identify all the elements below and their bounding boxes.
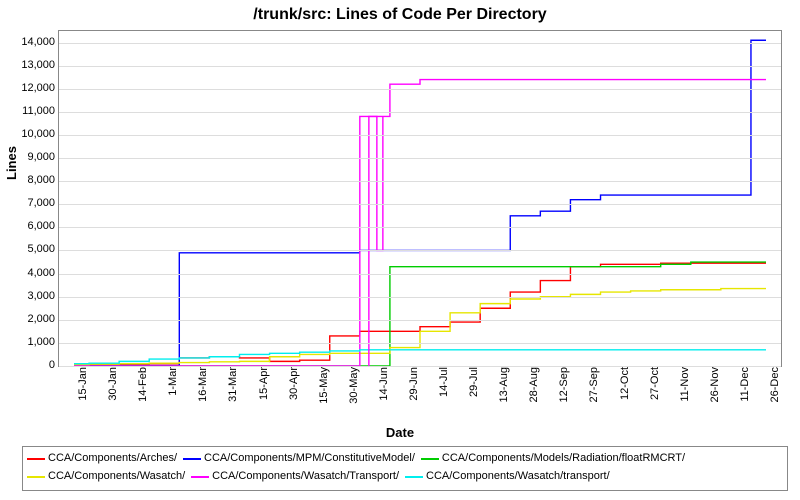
y-tick-label: 12,000 [5,82,55,94]
legend-label: CCA/Components/Wasatch/Transport/ [212,470,399,482]
gridline-h [59,181,781,182]
legend-swatch [27,458,45,460]
x-tick-label: 29-Jun [408,367,420,417]
legend-label: CCA/Components/Models/Radiation/floatRMC… [442,452,685,464]
chart-container: /trunk/src: Lines of Code Per Directory … [0,0,800,500]
x-tick-label: 12-Oct [619,367,631,417]
legend-item: CCA/Components/Models/Radiation/floatRMC… [421,450,685,468]
x-tick-label: 11-Dec [739,367,751,417]
legend-swatch [421,458,439,460]
gridline-h [59,227,781,228]
x-tick-label: 26-Nov [709,367,721,417]
plot-area [58,30,782,367]
legend-swatch [27,476,45,478]
legend-item: CCA/Components/MPM/ConstitutiveModel/ [183,450,415,468]
y-tick-label: 0 [5,359,55,371]
gridline-h [59,320,781,321]
y-tick-label: 5,000 [5,243,55,255]
x-tick-label: 14-Jul [438,367,450,417]
x-tick-label: 30-May [348,367,360,417]
legend-swatch [405,476,423,478]
legend-label: CCA/Components/Wasatch/transport/ [426,470,610,482]
x-tick-label: 29-Jul [468,367,480,417]
y-tick-label: 6,000 [5,220,55,232]
x-axis-label: Date [0,425,800,440]
gridline-h [59,66,781,67]
y-tick-label: 11,000 [5,105,55,117]
y-tick-label: 8,000 [5,174,55,186]
x-tick-label: 1-Mar [167,367,179,417]
x-tick-label: 16-Mar [197,367,209,417]
y-tick-label: 2,000 [5,313,55,325]
legend-item: CCA/Components/Wasatch/ [27,468,185,486]
chart-lines [59,31,781,366]
y-tick-label: 4,000 [5,267,55,279]
x-tick-label: 31-Mar [227,367,239,417]
x-tick-label: 26-Dec [769,367,781,417]
legend-swatch [183,458,201,460]
legend-label: CCA/Components/Arches/ [48,452,177,464]
gridline-h [59,89,781,90]
gridline-h [59,158,781,159]
x-tick-label: 14-Jun [378,367,390,417]
x-tick-label: 12-Sep [558,367,570,417]
legend: CCA/Components/Arches/CCA/Components/MPM… [22,446,788,491]
y-tick-label: 10,000 [5,128,55,140]
legend-swatch [191,476,209,478]
series-line [74,350,766,364]
gridline-h [59,274,781,275]
legend-item: CCA/Components/Wasatch/transport/ [405,468,610,486]
x-tick-label: 28-Aug [528,367,540,417]
x-tick-label: 15-Jan [77,367,89,417]
gridline-h [59,204,781,205]
series-spike [369,116,383,366]
y-tick-label: 14,000 [5,36,55,48]
gridline-h [59,250,781,251]
y-tick-label: 9,000 [5,151,55,163]
x-tick-label: 11-Nov [679,367,691,417]
legend-item: CCA/Components/Arches/ [27,450,177,468]
legend-item: CCA/Components/Wasatch/Transport/ [191,468,399,486]
legend-label: CCA/Components/Wasatch/ [48,470,185,482]
y-tick-label: 7,000 [5,197,55,209]
x-tick-label: 27-Oct [649,367,661,417]
chart-title: /trunk/src: Lines of Code Per Directory [0,0,800,24]
legend-label: CCA/Components/MPM/ConstitutiveModel/ [204,452,415,464]
y-tick-label: 13,000 [5,59,55,71]
gridline-h [59,112,781,113]
y-tick-label: 3,000 [5,290,55,302]
x-tick-label: 14-Feb [137,367,149,417]
x-tick-label: 15-May [318,367,330,417]
gridline-h [59,135,781,136]
gridline-h [59,43,781,44]
x-tick-label: 27-Sep [588,367,600,417]
gridline-h [59,297,781,298]
x-tick-label: 15-Apr [258,367,270,417]
x-tick-label: 30-Jan [107,367,119,417]
series-line [74,80,766,366]
y-tick-label: 1,000 [5,336,55,348]
x-tick-label: 30-Apr [288,367,300,417]
gridline-h [59,343,781,344]
x-tick-label: 13-Aug [498,367,510,417]
